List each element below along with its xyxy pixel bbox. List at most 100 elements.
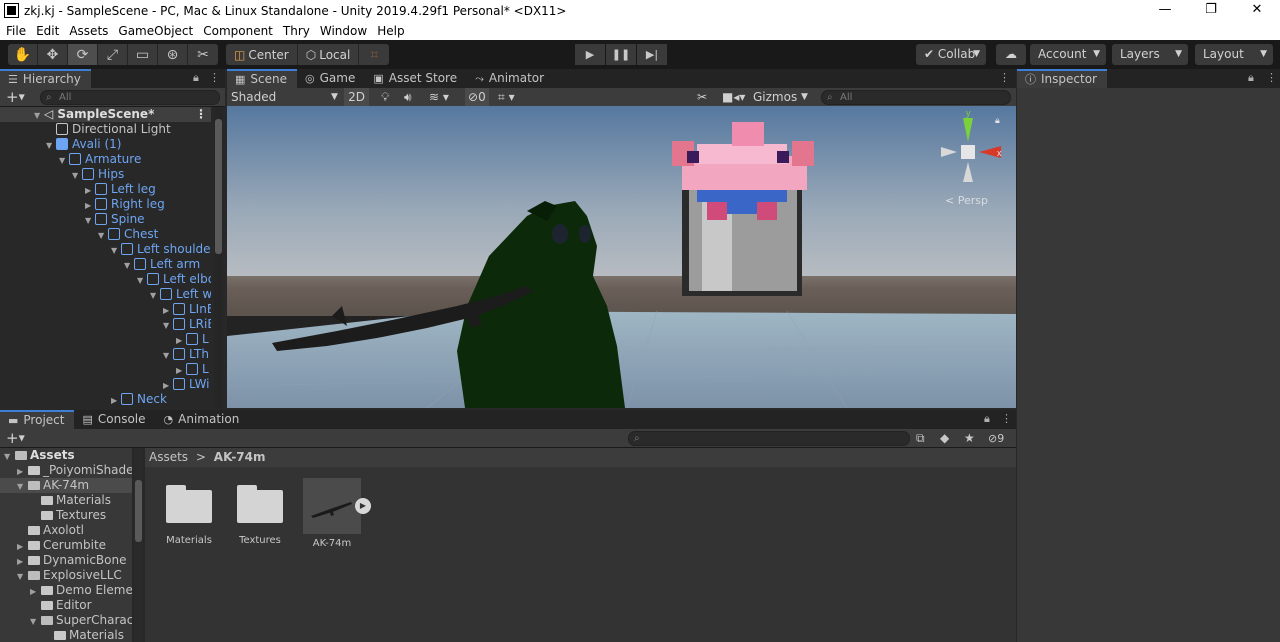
tab-scene[interactable]: ▦ Scene (227, 69, 297, 88)
project-tree-scrollbar[interactable] (134, 448, 143, 642)
tab-asset-store[interactable]: ▣ Asset Store (365, 69, 468, 88)
tree-item[interactable]: ▼ Chest (0, 227, 211, 242)
tab-animator[interactable]: ⤳ Animator (467, 69, 555, 88)
grid-snap-icon[interactable]: ⌗ (359, 44, 389, 65)
pivot-local-button[interactable]: ⬡ Local (298, 44, 360, 65)
scene-viewport[interactable]: y x < Persp 🔒︎ (227, 106, 1016, 408)
menu-help[interactable]: Help (372, 24, 409, 38)
tab-animation[interactable]: ◔ Animation (155, 410, 250, 429)
tab-project[interactable]: ▬ Project (0, 410, 75, 429)
tree-item[interactable]: ▼ Hips (0, 167, 211, 182)
hierarchy-scrollbar[interactable] (214, 107, 223, 408)
tree-item[interactable]: ▶ LWi (0, 377, 211, 392)
play-icon[interactable]: ▶ (575, 44, 605, 65)
camera-icon[interactable]: ■◂▾ (722, 88, 745, 107)
layout-button[interactable]: Layout ▼ (1195, 44, 1273, 65)
folder-tree-item[interactable]: ▼ AK-74m (0, 478, 132, 493)
tree-item[interactable]: ▶ L (0, 362, 211, 377)
folder-tree-item[interactable]: ▶ Demo Elemen (0, 583, 132, 598)
tab-hierarchy[interactable]: ☰ Hierarchy (0, 69, 91, 88)
project-search-input[interactable]: ⌕ (628, 431, 910, 446)
tree-item[interactable]: ▶ Right leg (0, 197, 211, 212)
inspector-lock-icon[interactable]: 🔒︎ (1248, 71, 1254, 85)
menu-thry[interactable]: Thry (278, 24, 315, 38)
pause-icon[interactable]: ❚❚ (606, 44, 636, 65)
lighting-toggle-icon[interactable]: 💡︎ (381, 88, 389, 107)
hidden-objects-button[interactable]: ⊘0 (465, 88, 489, 107)
scale-tool-icon[interactable]: ⤢ (98, 44, 128, 65)
create-plus-icon[interactable]: +▼ (6, 88, 25, 107)
tree-item[interactable]: ▼ Avali (1) (0, 137, 211, 152)
hierarchy-search-input[interactable]: ⌕ All (40, 90, 220, 105)
project-lock-icon[interactable]: 🔒︎ (984, 412, 990, 426)
tab-inspector[interactable]: ⓘ Inspector (1017, 69, 1107, 88)
collab-button[interactable]: ✔ Collab ▼ (916, 44, 986, 65)
scene-menu-icon[interactable]: ⋮ (999, 71, 1010, 84)
menu-assets[interactable]: Assets (64, 24, 113, 38)
folder-tree-item[interactable]: ▼ Assets (0, 448, 132, 463)
tree-item[interactable]: ▶ Neck (0, 392, 211, 407)
asset-tile[interactable]: Materials (157, 485, 221, 546)
menu-edit[interactable]: Edit (31, 24, 64, 38)
project-menu-icon[interactable]: ⋮ (1001, 412, 1012, 425)
rotate-tool-icon[interactable]: ⟳ (68, 44, 98, 65)
tree-item[interactable]: ▼ LTh (0, 347, 211, 362)
2d-toggle-button[interactable]: 2D (344, 88, 369, 107)
tree-item[interactable]: ▼ Armature (0, 152, 211, 167)
folder-tree-item[interactable]: ▶ _PoiyomiShaders (0, 463, 132, 478)
folder-tree-item[interactable]: Axolotl (0, 523, 132, 538)
perspective-label[interactable]: < Persp (945, 194, 988, 207)
tree-item[interactable]: ▼ Left w (0, 287, 211, 302)
menu-component[interactable]: Component (198, 24, 278, 38)
step-icon[interactable]: ▶| (637, 44, 667, 65)
grid-toggle-icon[interactable]: ⌗ ▾ (498, 88, 515, 107)
menu-file[interactable]: File (1, 24, 31, 38)
folder-tree-item[interactable]: Materials (0, 628, 132, 642)
expand-play-icon[interactable]: ▶ (355, 498, 371, 514)
transform-tool-icon[interactable]: ⊛ (158, 44, 188, 65)
folder-tree-item[interactable]: ▶ Cerumbite (0, 538, 132, 553)
tab-game[interactable]: ◎ Game (297, 69, 366, 88)
folder-tree-item[interactable]: ▶ DynamicBone (0, 553, 132, 568)
folder-tree-item[interactable]: ▼ ExplosiveLLC (0, 568, 132, 583)
scene-header[interactable]: ▼ ◁ SampleScene* ⋮ (0, 107, 211, 122)
asset-tile[interactable]: ▶ AK-74m (300, 478, 371, 549)
scrollbar-thumb[interactable] (215, 119, 222, 254)
cloud-button[interactable]: ☁ (996, 44, 1026, 65)
hidden-packages-button[interactable]: ⊘9 (988, 429, 1004, 448)
effects-toggle-icon[interactable]: ≋ ▾ (429, 88, 449, 107)
tree-item[interactable]: ▼ Left elbo (0, 272, 211, 287)
tree-item[interactable]: ▶ Left leg (0, 182, 211, 197)
gizmo-lock-icon[interactable]: 🔒︎ (995, 116, 1000, 126)
shading-mode-dropdown[interactable]: Shaded ▼ (231, 88, 341, 107)
gizmos-dropdown[interactable]: Gizmos ▼ (753, 88, 813, 107)
menu-gameobject[interactable]: GameObject (113, 24, 198, 38)
asset-tile[interactable]: Textures (228, 485, 292, 546)
tree-item[interactable]: ▶ L (0, 332, 211, 347)
hand-tool-icon[interactable]: ✋ (8, 44, 38, 65)
folder-tree-item[interactable]: Textures (0, 508, 132, 523)
scene-search-input[interactable]: ⌕ All (821, 90, 1011, 105)
tree-item[interactable]: ▶ LInE (0, 302, 211, 317)
breadcrumb-current[interactable]: AK-74m (214, 450, 266, 464)
tree-item[interactable]: ▼ LRiE (0, 317, 211, 332)
filter-by-type-icon[interactable]: ⧉ (916, 429, 925, 448)
close-icon[interactable]: ✕ (1234, 0, 1280, 21)
lock-icon[interactable]: 🔒︎ (193, 71, 199, 85)
tree-item[interactable]: ▼ Spine (0, 212, 211, 227)
minimize-icon[interactable]: — (1142, 0, 1188, 21)
rect-tool-icon[interactable]: ▭ (128, 44, 158, 65)
tree-item[interactable]: ▼ Left arm (0, 257, 211, 272)
folder-tree-item[interactable]: ▼ SuperCharact (0, 613, 132, 628)
move-tool-icon[interactable]: ✥ (38, 44, 68, 65)
favorite-star-icon[interactable]: ★ (964, 429, 975, 448)
create-plus-icon[interactable]: +▼ (6, 429, 25, 448)
tree-item[interactable]: Directional Light (0, 122, 211, 137)
pivot-center-button[interactable]: ◫ Center (226, 44, 298, 65)
breadcrumb-assets[interactable]: Assets (149, 450, 188, 464)
layers-button[interactable]: Layers ▼ (1112, 44, 1188, 65)
inspector-menu-icon[interactable]: ⋮ (1266, 71, 1277, 84)
filter-by-label-icon[interactable]: ◆ (940, 429, 949, 448)
maximize-icon[interactable]: ❐ (1188, 0, 1234, 21)
tab-console[interactable]: ▤ Console (74, 410, 156, 429)
